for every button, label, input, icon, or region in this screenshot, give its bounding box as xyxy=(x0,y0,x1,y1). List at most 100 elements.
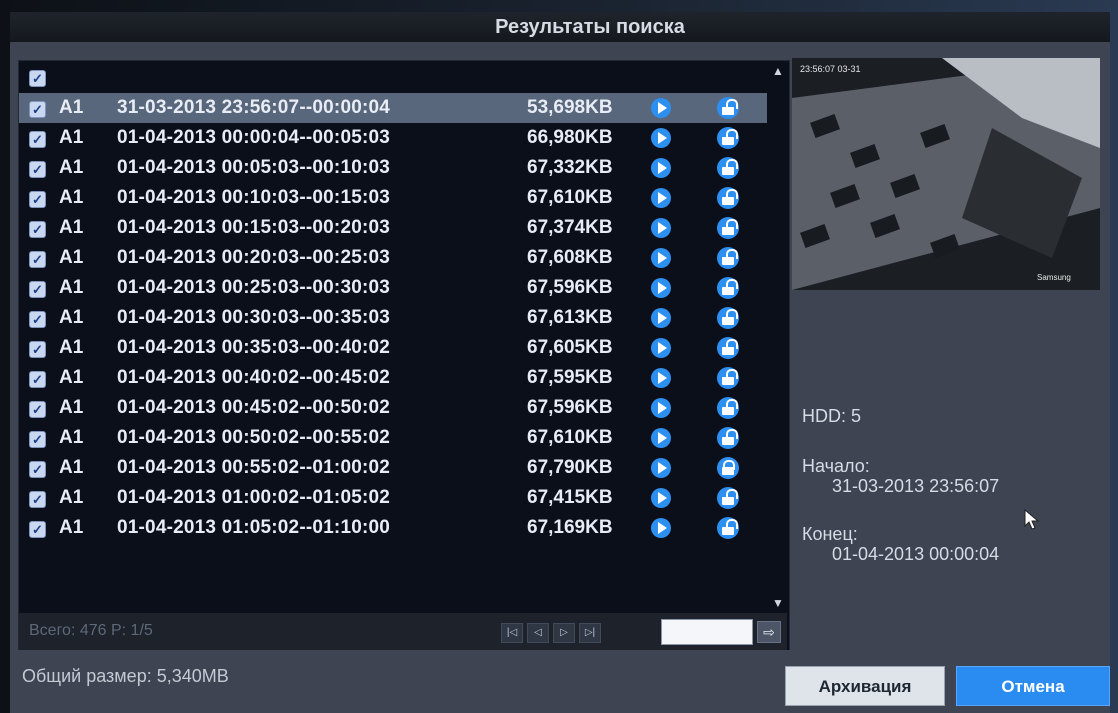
play-icon[interactable] xyxy=(651,428,671,448)
row-checkbox[interactable]: ✓ xyxy=(29,311,46,328)
list-scrollbar[interactable]: ▲ ▼ xyxy=(769,61,787,613)
play-icon[interactable] xyxy=(651,488,671,508)
unlocked-icon[interactable] xyxy=(717,157,739,179)
table-row[interactable]: ✓ A1 01-04-2013 00:45:02--00:50:02 67,596KB xyxy=(19,393,767,423)
locked-icon[interactable] xyxy=(717,457,739,479)
row-checkbox[interactable]: ✓ xyxy=(29,521,46,538)
table-row[interactable]: ✓ A1 01-04-2013 00:40:02--00:45:02 67,595KB xyxy=(19,363,767,393)
footer-bar: Общий размер: 5,340MB Архивация Отмена xyxy=(10,650,1110,713)
unlocked-icon[interactable] xyxy=(717,187,739,209)
play-icon[interactable] xyxy=(651,308,671,328)
row-camera: A1 xyxy=(59,187,84,208)
table-row[interactable]: ✓ A1 01-04-2013 00:30:03--00:35:03 67,613KB xyxy=(19,303,767,333)
play-icon[interactable] xyxy=(651,158,671,178)
next-page-button[interactable]: ▷ xyxy=(553,623,575,643)
row-checkbox[interactable]: ✓ xyxy=(29,491,46,508)
unlocked-icon[interactable] xyxy=(717,217,739,239)
unlocked-icon[interactable] xyxy=(717,517,739,539)
row-checkbox[interactable]: ✓ xyxy=(29,401,46,418)
row-time-range: 01-04-2013 00:10:03--00:15:03 xyxy=(117,187,391,208)
play-icon[interactable] xyxy=(651,188,671,208)
row-checkbox[interactable]: ✓ xyxy=(29,251,46,268)
play-icon[interactable] xyxy=(651,398,671,418)
row-checkbox[interactable]: ✓ xyxy=(29,161,46,178)
play-icon[interactable] xyxy=(651,458,671,478)
scroll-down-icon[interactable]: ▼ xyxy=(771,595,785,611)
play-icon[interactable] xyxy=(651,338,671,358)
cancel-button[interactable]: Отмена xyxy=(956,666,1110,706)
unlocked-icon[interactable] xyxy=(717,367,739,389)
lock-body xyxy=(722,497,734,505)
row-camera: A1 xyxy=(59,157,84,178)
row-checkbox[interactable]: ✓ xyxy=(29,371,46,388)
table-row[interactable]: ✓ A1 01-04-2013 00:05:03--00:10:03 67,332KB xyxy=(19,153,767,183)
table-row[interactable]: ✓ A1 01-04-2013 00:50:02--00:55:02 67,610KB xyxy=(19,423,767,453)
row-time-range: 01-04-2013 00:15:03--00:20:03 xyxy=(117,217,391,238)
scroll-up-icon[interactable]: ▲ xyxy=(771,63,785,79)
lock-body xyxy=(722,167,734,175)
row-checkbox[interactable]: ✓ xyxy=(29,101,46,118)
unlocked-icon[interactable] xyxy=(717,247,739,269)
unlocked-icon[interactable] xyxy=(717,397,739,419)
unlocked-icon[interactable] xyxy=(717,127,739,149)
row-checkbox[interactable]: ✓ xyxy=(29,341,46,358)
play-icon[interactable] xyxy=(651,368,671,388)
prev-page-button[interactable]: ◁ xyxy=(527,623,549,643)
row-file-size: 67,613KB xyxy=(527,307,613,328)
row-time-range: 01-04-2013 00:55:02--01:00:02 xyxy=(117,457,391,478)
play-icon[interactable] xyxy=(651,98,671,118)
play-icon[interactable] xyxy=(651,248,671,268)
hdd-label: HDD: 5 xyxy=(802,406,862,426)
go-page-button[interactable]: ⇨ xyxy=(757,621,781,643)
lock-body xyxy=(722,257,734,265)
table-row[interactable]: ✓ A1 01-04-2013 00:00:04--00:05:03 66,980KB xyxy=(19,123,767,153)
row-time-range: 01-04-2013 00:50:02--00:55:02 xyxy=(117,427,391,448)
row-time-range: 01-04-2013 00:20:03--00:25:03 xyxy=(117,247,391,268)
unlocked-icon[interactable] xyxy=(717,427,739,449)
lock-body xyxy=(722,137,734,145)
unlocked-icon[interactable] xyxy=(717,487,739,509)
table-row[interactable]: ✓ A1 01-04-2013 01:05:02--01:10:00 67,169KB xyxy=(19,513,767,543)
preview-frame: 23:56:07 03-31 Samsung xyxy=(792,58,1100,290)
select-all-checkbox[interactable]: ✓ xyxy=(29,70,46,87)
window-title: Результаты поиска xyxy=(10,12,1110,42)
table-row[interactable]: ✓ A1 01-04-2013 01:00:02--01:05:02 67,415KB xyxy=(19,483,767,513)
page-number-input[interactable] xyxy=(661,619,753,645)
unlocked-icon[interactable] xyxy=(717,307,739,329)
table-row[interactable]: ✓ A1 01-04-2013 00:15:03--00:20:03 67,374KB xyxy=(19,213,767,243)
last-page-button[interactable]: ▷| xyxy=(579,623,601,643)
row-time-range: 01-04-2013 00:30:03--00:35:03 xyxy=(117,307,391,328)
table-row[interactable]: ✓ A1 31-03-2013 23:56:07--00:00:04 53,698KB xyxy=(19,93,767,123)
unlocked-icon[interactable] xyxy=(717,97,739,119)
row-camera: A1 xyxy=(59,457,84,478)
row-checkbox[interactable]: ✓ xyxy=(29,461,46,478)
play-icon[interactable] xyxy=(651,128,671,148)
play-icon[interactable] xyxy=(651,218,671,238)
table-row[interactable]: ✓ A1 01-04-2013 00:35:03--00:40:02 67,605KB xyxy=(19,333,767,363)
table-row[interactable]: ✓ A1 01-04-2013 00:55:02--01:00:02 67,790KB xyxy=(19,453,767,483)
row-checkbox[interactable]: ✓ xyxy=(29,191,46,208)
preview-timestamp: 23:56:07 03-31 xyxy=(800,64,861,74)
row-camera: A1 xyxy=(59,337,84,358)
unlocked-icon[interactable] xyxy=(717,277,739,299)
row-file-size: 67,610KB xyxy=(527,427,613,448)
row-checkbox[interactable]: ✓ xyxy=(29,431,46,448)
row-file-size: 67,169KB xyxy=(527,517,613,538)
row-file-size: 67,610KB xyxy=(527,187,613,208)
table-row[interactable]: ✓ A1 01-04-2013 00:10:03--00:15:03 67,610KB xyxy=(19,183,767,213)
row-time-range: 01-04-2013 01:00:02--01:05:02 xyxy=(117,487,391,508)
unlocked-icon[interactable] xyxy=(717,337,739,359)
archive-button[interactable]: Архивация xyxy=(785,666,945,706)
table-row[interactable]: ✓ A1 01-04-2013 00:25:03--00:30:03 67,596KB xyxy=(19,273,767,303)
row-checkbox[interactable]: ✓ xyxy=(29,281,46,298)
pager: Всего: 476 P: 1/5 |◁ ◁ ▷ ▷| ⇨ xyxy=(19,613,787,651)
row-file-size: 67,605KB xyxy=(527,337,613,358)
row-checkbox[interactable]: ✓ xyxy=(29,131,46,148)
row-time-range: 31-03-2013 23:56:07--00:00:04 xyxy=(117,97,391,118)
first-page-button[interactable]: |◁ xyxy=(501,623,523,643)
list-header: ✓ xyxy=(19,61,767,93)
play-icon[interactable] xyxy=(651,518,671,538)
table-row[interactable]: ✓ A1 01-04-2013 00:20:03--00:25:03 67,608KB xyxy=(19,243,767,273)
row-checkbox[interactable]: ✓ xyxy=(29,221,46,238)
play-icon[interactable] xyxy=(651,278,671,298)
